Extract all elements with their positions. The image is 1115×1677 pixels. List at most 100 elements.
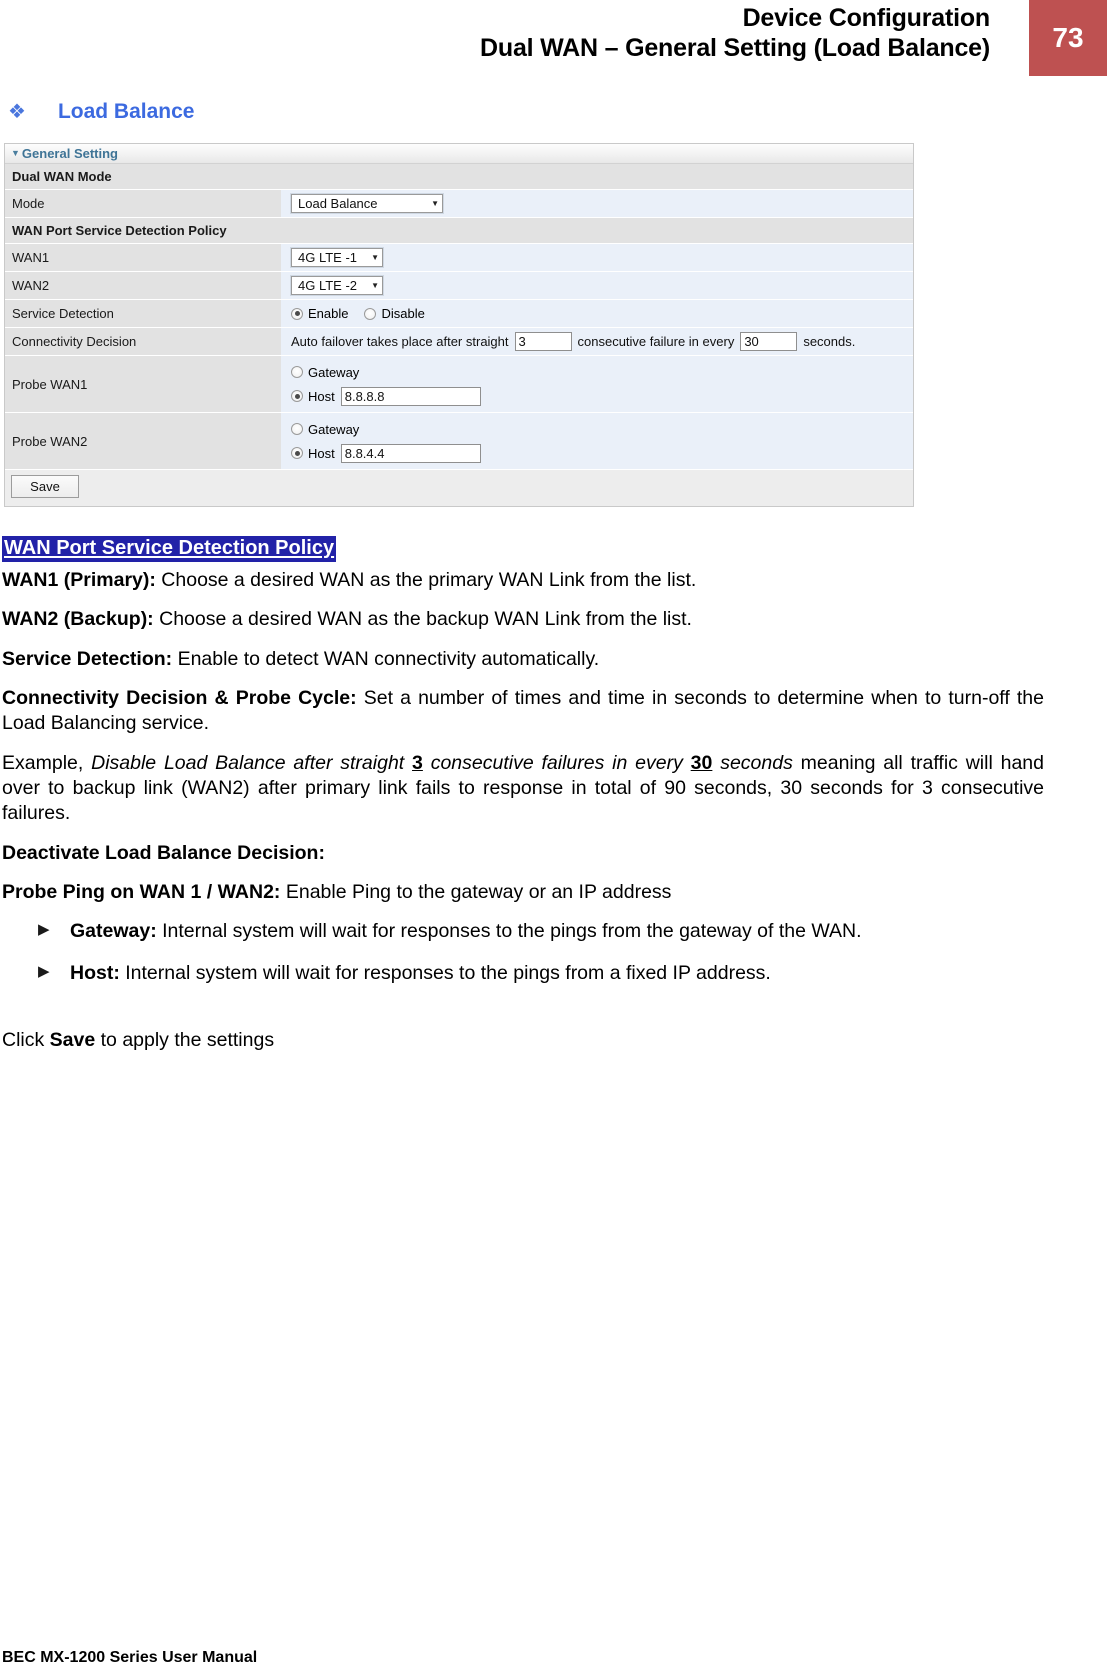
connectivity-text-before: Auto failover takes place after straight xyxy=(291,334,509,349)
arrow-bullet-icon: ▶ xyxy=(38,921,50,939)
panel-footer: Save xyxy=(5,470,913,506)
chevron-down-icon: ▼ xyxy=(431,199,439,208)
group-header-wan-port-service-detection-policy: WAN Port Service Detection Policy xyxy=(5,218,913,244)
service-detection-term: Service Detection: xyxy=(2,647,173,670)
probe-wan1-host-input[interactable]: 8.8.8.8 xyxy=(340,386,481,406)
paragraph-service-detection: Service Detection: Enable to detect WAN … xyxy=(2,647,1044,672)
wan1-desc: Choose a desired WAN as the primary WAN … xyxy=(155,569,697,591)
wan1-select[interactable]: 4G LTE -1 ▼ xyxy=(291,248,383,267)
row-wan2-value: 4G LTE -2 ▼ xyxy=(281,272,913,299)
probe-wan2-host-radio[interactable] xyxy=(291,447,303,459)
header-title-block: Device Configuration Dual WAN – General … xyxy=(480,4,990,63)
page-number-badge: 73 xyxy=(1029,0,1107,76)
header-title-line2: Dual WAN – General Setting (Load Balance… xyxy=(480,33,990,62)
diamond-bullet-icon: ❖ xyxy=(8,101,26,123)
probe-wan1-host-label: Host xyxy=(308,388,335,404)
row-service-detection-value: Enable Disable xyxy=(281,300,913,327)
mode-select-value: Load Balance xyxy=(298,196,378,211)
service-detection-enable-label: Enable xyxy=(308,306,349,321)
service-detection-desc: Enable to detect WAN connectivity automa… xyxy=(172,647,600,670)
bullet-host-term: Host: xyxy=(70,961,120,984)
save-button[interactable]: Save xyxy=(11,475,79,498)
wan2-select-value: 4G LTE -2 xyxy=(298,278,358,293)
probe-wan2-host-label: Host xyxy=(308,445,335,461)
row-connectivity-decision: Connectivity Decision Auto failover take… xyxy=(5,328,913,356)
general-setting-panel: ▼ General Setting Dual WAN Mode Mode Loa… xyxy=(4,143,914,507)
collapse-triangle-icon[interactable]: ▼ xyxy=(11,149,20,158)
highlighted-heading: WAN Port Service Detection Policy xyxy=(2,536,337,562)
probe-wan2-gateway-label: Gateway xyxy=(308,421,360,437)
probe-ping-term: Probe Ping on WAN 1 / WAN2: xyxy=(2,881,281,904)
document-body: WAN Port Service Detection Policy WAN1 (… xyxy=(2,528,1044,1067)
wan2-select[interactable]: 4G LTE -2 ▼ xyxy=(291,276,383,295)
consecutive-failures-input[interactable]: 3 xyxy=(514,332,572,351)
row-wan1-value: 4G LTE -1 ▼ xyxy=(281,244,913,271)
paragraph-connectivity: Connectivity Decision & Probe Cycle: Set… xyxy=(2,686,1044,737)
list-item: ▶ Gateway: Internal system will wait for… xyxy=(2,919,1044,944)
panel-title-label: General Setting xyxy=(21,146,118,161)
wan2-desc: Choose a desired WAN as the backup WAN L… xyxy=(153,608,692,631)
example-italic-2: consecutive failures in every xyxy=(422,751,691,774)
probe-wan1-host-radio[interactable] xyxy=(291,390,303,402)
service-detection-disable-radio[interactable] xyxy=(364,307,377,320)
click-save-bold: Save xyxy=(49,1029,96,1052)
row-probe-wan1-label: Probe WAN1 xyxy=(5,356,281,412)
bullet-gateway-desc: Internal system will wait for responses … xyxy=(156,920,862,943)
paragraph-wan1: WAN1 (Primary): Choose a desired WAN as … xyxy=(2,568,1044,593)
row-probe-wan2-value: Gateway Host 8.8.4.4 xyxy=(281,413,913,469)
row-probe-wan2-label: Probe WAN2 xyxy=(5,413,281,469)
example-prefix: Example, xyxy=(2,751,92,774)
row-service-detection-label: Service Detection xyxy=(5,300,281,327)
row-connectivity-decision-label: Connectivity Decision xyxy=(5,328,281,355)
example-value-30: 30 xyxy=(690,751,713,774)
row-mode: Mode Load Balance ▼ xyxy=(5,190,913,218)
paragraph-deactivate-heading: Deactivate Load Balance Decision: xyxy=(2,841,1044,866)
service-detection-disable-label: Disable xyxy=(381,306,425,321)
probe-wan2-host-input[interactable]: 8.8.4.4 xyxy=(340,443,481,463)
document-footer: BEC MX-1200 Series User Manual xyxy=(2,1649,258,1666)
paragraph-click-save: Click Save to apply the settings xyxy=(2,1028,1044,1053)
row-connectivity-decision-value: Auto failover takes place after straight… xyxy=(281,328,913,355)
example-italic-1: Disable Load Balance after straight xyxy=(91,751,413,774)
row-wan2: WAN2 4G LTE -2 ▼ xyxy=(5,272,913,300)
click-prefix: Click xyxy=(2,1029,50,1052)
page-header: Device Configuration Dual WAN – General … xyxy=(0,0,1115,76)
row-wan1-label: WAN1 xyxy=(5,244,281,271)
connectivity-term: Connectivity Decision & Probe Cycle: xyxy=(2,687,357,710)
example-value-3: 3 xyxy=(412,751,423,774)
wan2-term: WAN2 (Backup): xyxy=(2,608,154,631)
paragraph-example: Example, Disable Load Balance after stra… xyxy=(2,751,1044,827)
chevron-down-icon: ▼ xyxy=(371,253,379,262)
connectivity-text-after: seconds. xyxy=(803,334,856,349)
row-mode-label: Mode xyxy=(5,190,281,217)
click-suffix: to apply the settings xyxy=(95,1029,275,1052)
row-probe-wan1: Probe WAN1 Gateway Host 8.8.8.8 xyxy=(5,356,913,413)
row-probe-wan1-value: Gateway Host 8.8.8.8 xyxy=(281,356,913,412)
chevron-down-icon: ▼ xyxy=(371,281,379,290)
wan1-select-value: 4G LTE -1 xyxy=(298,250,358,265)
probe-ping-bullet-list: ▶ Gateway: Internal system will wait for… xyxy=(2,919,1044,986)
probe-cycle-seconds-input[interactable]: 30 xyxy=(740,332,798,351)
row-wan1: WAN1 4G LTE -1 ▼ xyxy=(5,244,913,272)
section-heading-label: Load Balance xyxy=(57,100,195,123)
row-mode-value: Load Balance ▼ xyxy=(281,190,913,217)
group-header-dual-wan-mode: Dual WAN Mode xyxy=(5,164,913,190)
wan1-term: WAN1 (Primary): xyxy=(2,569,156,591)
row-probe-wan2: Probe WAN2 Gateway Host 8.8.4.4 xyxy=(5,413,913,470)
row-service-detection: Service Detection Enable Disable xyxy=(5,300,913,328)
probe-wan1-gateway-label: Gateway xyxy=(308,364,360,380)
section-heading: ❖ Load Balance xyxy=(8,100,194,124)
mode-select[interactable]: Load Balance ▼ xyxy=(291,194,443,213)
probe-wan2-gateway-radio[interactable] xyxy=(291,423,303,435)
bullet-host-desc: Internal system will wait for responses … xyxy=(119,961,771,984)
panel-titlebar[interactable]: ▼ General Setting xyxy=(5,144,913,164)
row-wan2-label: WAN2 xyxy=(5,272,281,299)
probe-ping-desc: Enable Ping to the gateway or an IP addr… xyxy=(280,881,672,904)
service-detection-enable-radio[interactable] xyxy=(291,307,303,320)
paragraph-wan2: WAN2 (Backup): Choose a desired WAN as t… xyxy=(2,607,1044,632)
header-title-line1: Device Configuration xyxy=(742,4,991,32)
probe-wan1-gateway-radio[interactable] xyxy=(291,366,303,378)
connectivity-text-middle: consecutive failure in every xyxy=(577,334,735,349)
bullet-gateway-term: Gateway: xyxy=(70,920,157,943)
